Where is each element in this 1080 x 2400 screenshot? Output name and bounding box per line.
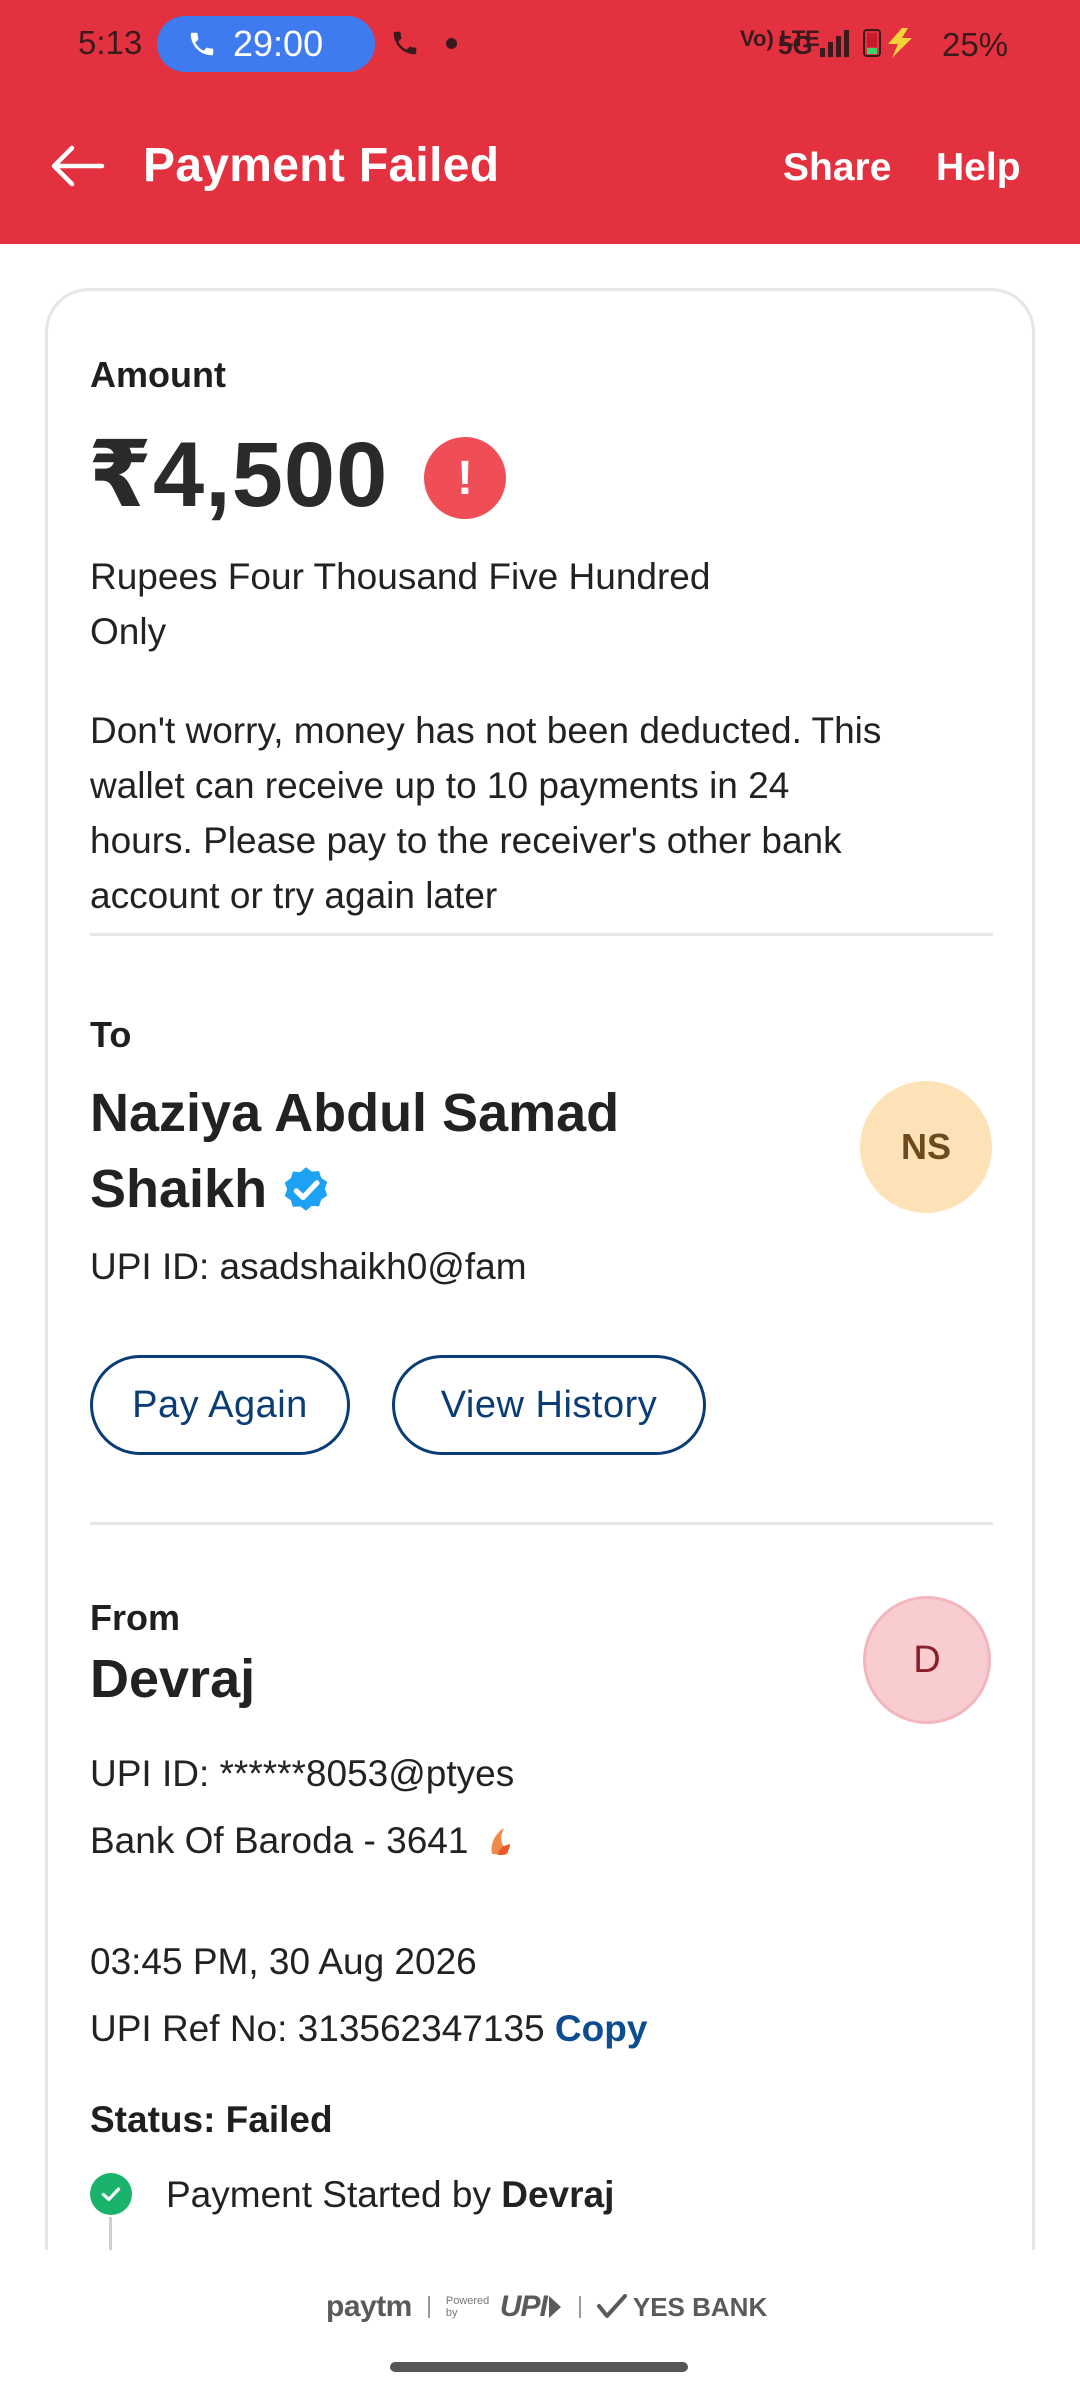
signal-icon [820, 30, 849, 57]
amount-words-line: Only [90, 611, 167, 652]
status-time: 5:13 [78, 24, 143, 61]
payer-bank: Bank Of Baroda - 3641 [90, 1813, 518, 1868]
upi-arrow-icon [548, 2296, 561, 2318]
bank-of-baroda-logo-icon [491, 1827, 511, 1855]
back-arrow-icon[interactable] [46, 142, 106, 190]
wifi-call-icon [393, 31, 417, 55]
amount-value: ₹4,500 [88, 424, 389, 526]
payer-upi-id: UPI ID: ******8053@ptyes [90, 1753, 515, 1794]
success-check-icon [90, 2173, 132, 2215]
checkmark-icon [101, 2187, 121, 2202]
status-bar: 5:13 29:00 Vo) LTE 5G 25% [0, 0, 1080, 88]
pay-again-button[interactable]: Pay Again [90, 1355, 350, 1455]
phone-icon [190, 32, 214, 56]
footer-partners: paytm Powered by UPI YES BANK [0, 2250, 1080, 2400]
payee-name: Naziya Abdul Samad Shaikh [90, 1075, 619, 1227]
timeline-step-text: Payment Started by [166, 2174, 491, 2215]
payee-name-line: Naziya Abdul Samad [90, 1083, 620, 1143]
header-background: 5:13 29:00 Vo) LTE 5G 25% Payment Failed… [0, 0, 1080, 244]
timeline-step: Payment Started by Devraj [166, 2167, 614, 2222]
powered-by-text: Powered by [445, 2295, 490, 2319]
amount-label: Amount [90, 354, 226, 395]
upi-ref-number: UPI Ref No: 313562347135 [90, 2008, 545, 2049]
page-title: Payment Failed [143, 139, 500, 192]
amount-words-line: Rupees Four Thousand Five Hundred [90, 556, 711, 597]
view-history-label: View History [440, 1383, 658, 1426]
payee-name-row: Shaikh [90, 1151, 619, 1227]
section-divider [90, 933, 993, 936]
to-label: To [90, 1014, 132, 1055]
section-divider [90, 1522, 993, 1525]
notification-dot [446, 38, 457, 49]
battery-percent: 25% [942, 26, 1009, 63]
battery-charging-icon [863, 28, 912, 58]
payer-name: Devraj [90, 1649, 256, 1709]
yes-bank-logo: YES BANK [632, 2291, 768, 2322]
upi-logo: UPI [499, 2290, 548, 2323]
ongoing-call-pill[interactable]: 29:00 [157, 16, 375, 72]
pay-again-label: Pay Again [132, 1383, 308, 1426]
amount-in-words: Rupees Four Thousand Five Hundred Only [90, 549, 710, 659]
message-line: hours. Please pay to the receiver's othe… [90, 820, 842, 861]
message-line: account or try again later [90, 875, 498, 916]
logo-separator [578, 2296, 581, 2318]
transaction-card: Amount ₹4,500 ! Rupees Four Thousand Fiv… [45, 288, 1035, 2288]
network-type: 5G [778, 30, 813, 60]
alert-symbol: ! [457, 451, 473, 505]
message-line: wallet can receive up to 10 payments in … [90, 765, 790, 806]
verified-badge-icon [284, 1167, 328, 1211]
home-indicator[interactable] [390, 2362, 688, 2372]
copy-ref-button[interactable]: Copy [555, 2008, 648, 2049]
call-timer: 29:00 [233, 23, 324, 64]
payee-avatar: NS [860, 1081, 992, 1213]
payee-initials: NS [900, 1126, 951, 1167]
timeline-step-name: Devraj [501, 2174, 615, 2215]
transaction-status: Status: Failed [90, 2099, 333, 2140]
app-bar: Payment Failed Share Help [0, 88, 1080, 244]
payee-upi-id: UPI ID: asadshaikh0@fam [90, 1246, 527, 1287]
upi-ref-row: UPI Ref No: 313562347135 Copy [90, 2001, 647, 2056]
help-button[interactable]: Help [936, 146, 1021, 190]
failed-alert-icon: ! [424, 437, 506, 519]
payee-name-line: Shaikh [90, 1159, 268, 1219]
partner-logos: paytm Powered by UPI YES BANK [326, 2290, 767, 2324]
payer-initial: D [913, 1638, 941, 1681]
message-line: Don't worry, money has not been deducted… [90, 710, 882, 751]
transaction-datetime: 03:45 PM, 30 Aug 2026 [90, 1941, 477, 1982]
payer-avatar: D [863, 1596, 991, 1724]
payer-bank-text: Bank Of Baroda - 3641 [90, 1820, 469, 1861]
from-label: From [90, 1597, 180, 1638]
paytm-logo: paytm [326, 2290, 412, 2323]
share-button[interactable]: Share [783, 146, 891, 190]
logo-separator [427, 2296, 430, 2318]
failure-message: Don't worry, money has not been deducted… [90, 703, 1030, 923]
yes-bank-tick-icon [596, 2294, 627, 2318]
view-history-button[interactable]: View History [392, 1355, 706, 1455]
